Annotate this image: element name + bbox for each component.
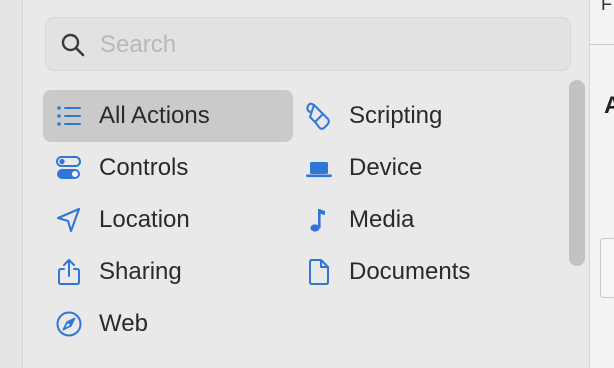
category-media[interactable]: Media — [293, 194, 543, 246]
laptop-icon — [306, 162, 332, 178]
search-field[interactable] — [45, 17, 571, 71]
category-documents[interactable]: Documents — [293, 246, 543, 298]
background-window-left — [0, 0, 22, 368]
category-all-actions[interactable]: All Actions — [43, 90, 293, 142]
compass-icon — [56, 311, 82, 337]
category-web[interactable]: Web — [43, 298, 293, 350]
category-label: Documents — [349, 258, 471, 285]
category-label: All Actions — [99, 102, 210, 129]
search-input[interactable] — [98, 28, 542, 62]
background-text-fragment: F — [601, 0, 612, 14]
background-button-fragment — [600, 238, 614, 298]
scrollbar-thumb[interactable] — [569, 80, 585, 266]
category-controls[interactable]: Controls — [43, 142, 293, 194]
search-icon — [61, 33, 85, 57]
category-label: Location — [99, 206, 190, 233]
category-label: Device — [349, 154, 423, 181]
location-arrow-icon — [56, 207, 81, 233]
background-text-fragment: A — [604, 92, 614, 119]
category-label: Controls — [99, 154, 189, 181]
category-label: Web — [99, 310, 148, 337]
action-library-panel: All Actions Scripting Controls Device — [22, 0, 590, 368]
document-icon — [309, 259, 329, 285]
toggles-icon — [56, 156, 81, 179]
scroll-icon — [306, 102, 330, 130]
category-label: Sharing — [99, 258, 182, 285]
share-icon — [58, 259, 80, 285]
category-label: Media — [349, 206, 415, 233]
music-note-icon — [310, 209, 325, 232]
list-bullet-icon — [57, 106, 81, 126]
background-window-right: F A — [590, 0, 614, 368]
category-location[interactable]: Location — [43, 194, 293, 246]
category-label: Scripting — [349, 102, 443, 129]
category-sharing[interactable]: Sharing — [43, 246, 293, 298]
category-device[interactable]: Device — [293, 142, 543, 194]
background-divider — [590, 44, 614, 45]
category-scripting[interactable]: Scripting — [293, 90, 543, 142]
